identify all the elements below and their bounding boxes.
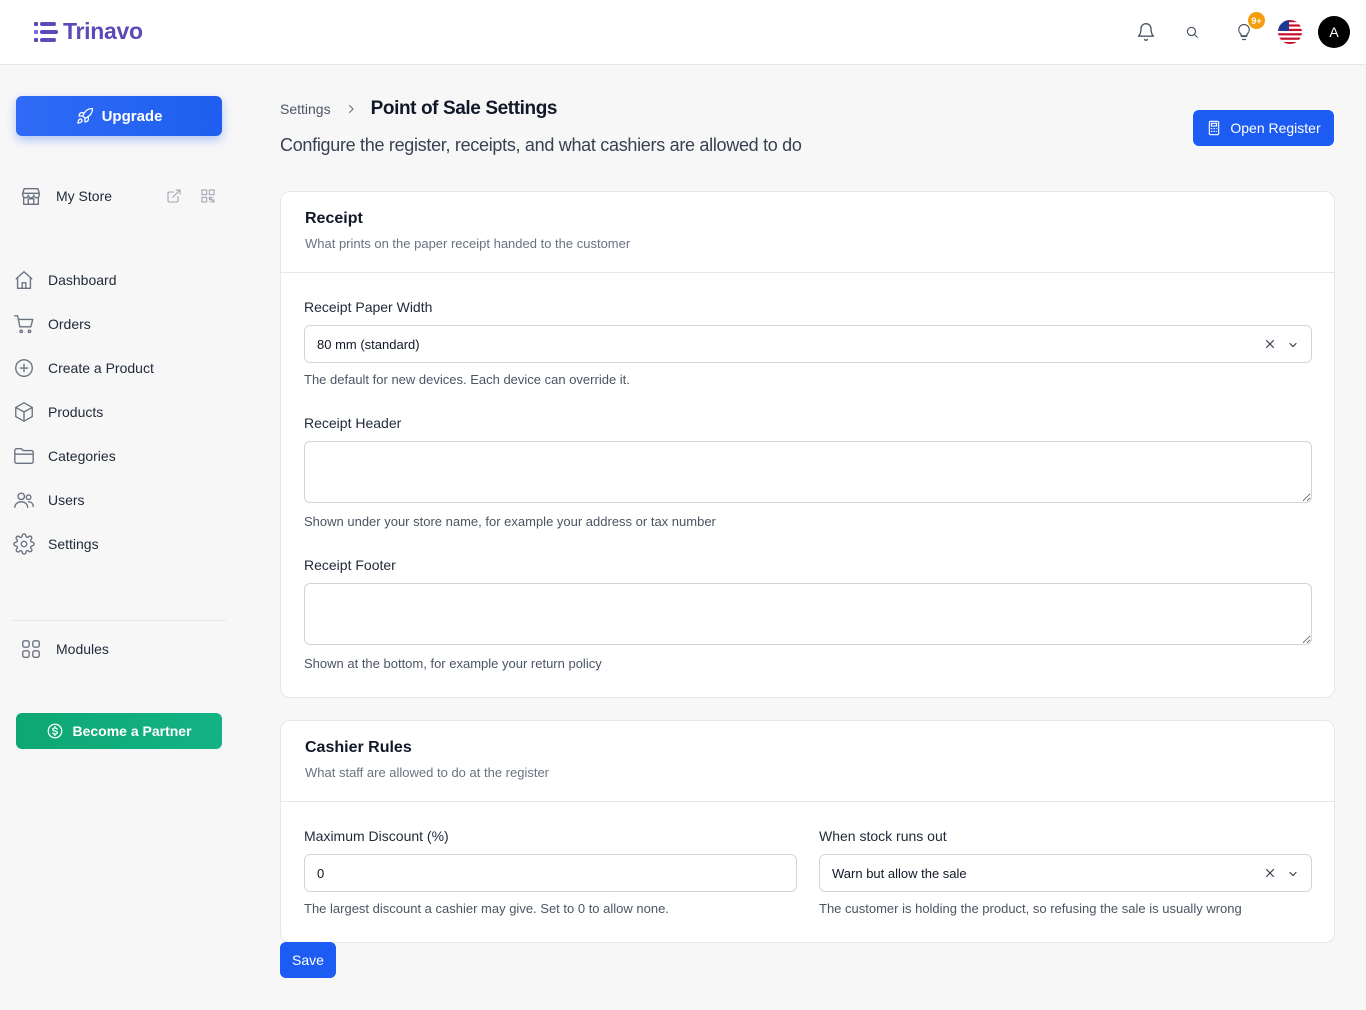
sidebar-item-modules[interactable]: Modules	[20, 638, 109, 660]
cashier-rules-card: Cashier Rules What staff are allowed to …	[280, 720, 1335, 943]
lightbulb-icon[interactable]: 9+	[1232, 12, 1265, 44]
my-store-row[interactable]: My Store	[20, 184, 220, 208]
receipt-description: What prints on the paper receipt handed …	[305, 236, 631, 251]
users-icon	[12, 488, 36, 512]
grid-icon	[22, 640, 40, 658]
partner-label: Become a Partner	[72, 723, 192, 739]
sidebar-item-categories[interactable]: Categories	[12, 434, 222, 478]
clear-icon[interactable]	[1263, 337, 1277, 354]
become-partner-button[interactable]: Become a Partner	[16, 713, 222, 749]
max-discount-label: Maximum Discount (%)	[304, 828, 449, 844]
calculator-icon	[1209, 120, 1220, 136]
stock-rule-value: Warn but allow the sale	[832, 865, 967, 881]
upgrade-label: Upgrade	[101, 107, 163, 125]
logo-mark-icon	[34, 21, 58, 42]
sidebar-item-label: Settings	[48, 536, 99, 552]
sidebar-item-label: Users	[48, 492, 85, 508]
brand-name: Trinavo	[63, 18, 143, 44]
sidebar-item-users[interactable]: Users	[12, 478, 222, 522]
sidebar-item-settings[interactable]: Settings	[12, 522, 222, 566]
stock-rule-label: When stock runs out	[819, 828, 947, 844]
avatar[interactable]: A	[1318, 16, 1350, 48]
dollar-circle-icon	[48, 723, 63, 739]
sidebar-nav: Dashboard Orders Create a Product Produc…	[12, 258, 222, 566]
receipt-card: Receipt What prints on the paper receipt…	[280, 191, 1335, 698]
qr-code-icon[interactable]	[200, 188, 216, 207]
cart-icon	[12, 312, 36, 336]
breadcrumb-settings-link[interactable]: Settings	[280, 101, 331, 117]
clear-icon[interactable]	[1263, 866, 1277, 883]
cashier-card-header: Cashier Rules What staff are allowed to …	[281, 721, 1334, 802]
receipt-footer-textarea[interactable]	[304, 583, 1312, 645]
store-icon	[22, 187, 40, 205]
cashier-description: What staff are allowed to do at the regi…	[305, 765, 550, 780]
paper-width-select[interactable]: 80 mm (standard)	[304, 325, 1312, 363]
paper-width-value: 80 mm (standard)	[317, 336, 420, 352]
receipt-card-header: Receipt What prints on the paper receipt…	[281, 192, 1334, 273]
paper-width-help: The default for new devices. Each device…	[304, 372, 630, 387]
chevron-down-icon[interactable]	[1287, 867, 1299, 883]
us-flag-icon[interactable]	[1278, 20, 1302, 44]
my-store-label: My Store	[56, 188, 113, 204]
gear-icon	[12, 532, 36, 556]
folder-icon	[12, 444, 36, 468]
receipt-header-label: Receipt Header	[304, 415, 402, 431]
sidebar-item-orders[interactable]: Orders	[12, 302, 222, 346]
chevron-down-icon[interactable]	[1287, 338, 1299, 354]
sidebar-divider	[12, 620, 226, 621]
max-discount-help: The largest discount a cashier may give.…	[304, 901, 669, 916]
open-register-button[interactable]: Open Register	[1193, 110, 1334, 146]
stock-rule-help: The customer is holding the product, so …	[819, 901, 1242, 916]
page-title: Point of Sale Settings	[370, 98, 558, 119]
chevron-right-icon	[345, 103, 357, 115]
upgrade-button[interactable]: Upgrade	[16, 96, 222, 136]
receipt-header-textarea[interactable]	[304, 441, 1312, 503]
tips-badge: 9+	[1248, 12, 1265, 29]
modules-label: Modules	[56, 641, 109, 657]
sidebar-item-label: Categories	[48, 448, 116, 464]
receipt-footer-help: Shown at the bottom, for example your re…	[304, 656, 602, 671]
max-discount-input[interactable]	[304, 854, 797, 892]
sidebar-item-label: Products	[48, 404, 104, 420]
sidebar-item-products[interactable]: Products	[12, 390, 222, 434]
sidebar-item-dashboard[interactable]: Dashboard	[12, 258, 222, 302]
page-subtitle: Configure the register, receipts, and wh…	[280, 135, 802, 155]
external-link-icon[interactable]	[166, 188, 182, 207]
home-icon	[12, 268, 36, 292]
save-button[interactable]: Save	[280, 942, 336, 978]
stock-rule-select[interactable]: Warn but allow the sale	[819, 854, 1312, 892]
sidebar-item-create-product[interactable]: Create a Product	[12, 346, 222, 390]
sidebar-item-label: Dashboard	[48, 272, 117, 288]
sidebar-item-label: Create a Product	[48, 360, 154, 376]
bell-icon[interactable]	[1134, 20, 1158, 44]
open-register-label: Open Register	[1230, 120, 1321, 136]
paper-width-label: Receipt Paper Width	[304, 299, 433, 315]
top-bar: Trinavo 9+ A	[0, 0, 1366, 65]
receipt-footer-label: Receipt Footer	[304, 557, 396, 573]
rocket-icon	[76, 107, 93, 124]
cashier-title: Cashier Rules	[305, 739, 412, 756]
plus-circle-icon	[12, 356, 36, 380]
box-icon	[12, 400, 36, 424]
search-icon[interactable]	[1180, 20, 1204, 44]
breadcrumb: Settings Point of Sale Settings	[280, 98, 557, 120]
receipt-header-help: Shown under your store name, for example…	[304, 514, 716, 529]
receipt-title: Receipt	[305, 210, 363, 227]
brand-logo[interactable]: Trinavo	[33, 18, 143, 45]
sidebar-item-label: Orders	[48, 316, 91, 332]
